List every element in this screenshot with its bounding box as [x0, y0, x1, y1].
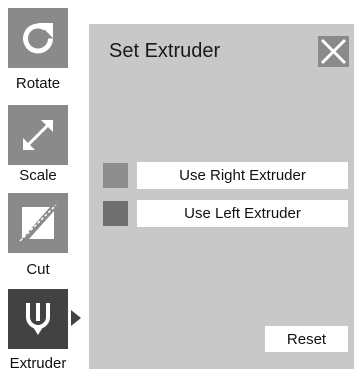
panel-title: Set Extruder [109, 40, 221, 62]
rotate-icon [23, 23, 53, 54]
extruder-icon [26, 303, 50, 335]
extruder-tool-button[interactable] [8, 289, 68, 349]
scale-tool-label: Scale [19, 167, 57, 184]
active-tool-pointer [71, 310, 81, 326]
use-left-extruder-button[interactable]: Use Left Extruder [137, 200, 348, 227]
extruder-tool-label: Extruder [9, 355, 67, 372]
rotate-tool-button[interactable] [8, 8, 68, 68]
cut-tool-label: Cut [26, 261, 50, 278]
use-right-extruder-button[interactable]: Use Right Extruder [137, 162, 348, 189]
scale-tool-button[interactable] [8, 105, 68, 165]
scale-icon [23, 120, 53, 150]
right-extruder-swatch [103, 163, 128, 188]
reset-button[interactable]: Reset [265, 326, 348, 352]
close-button[interactable] [318, 36, 349, 67]
set-extruder-panel: Set Extruder Use Right Extruder Use Left… [89, 24, 354, 369]
left-extruder-swatch [103, 201, 128, 226]
rotate-tool-label: Rotate [15, 75, 61, 92]
close-icon [320, 38, 347, 65]
cut-icon [19, 204, 57, 242]
cut-tool-button[interactable] [8, 193, 68, 253]
